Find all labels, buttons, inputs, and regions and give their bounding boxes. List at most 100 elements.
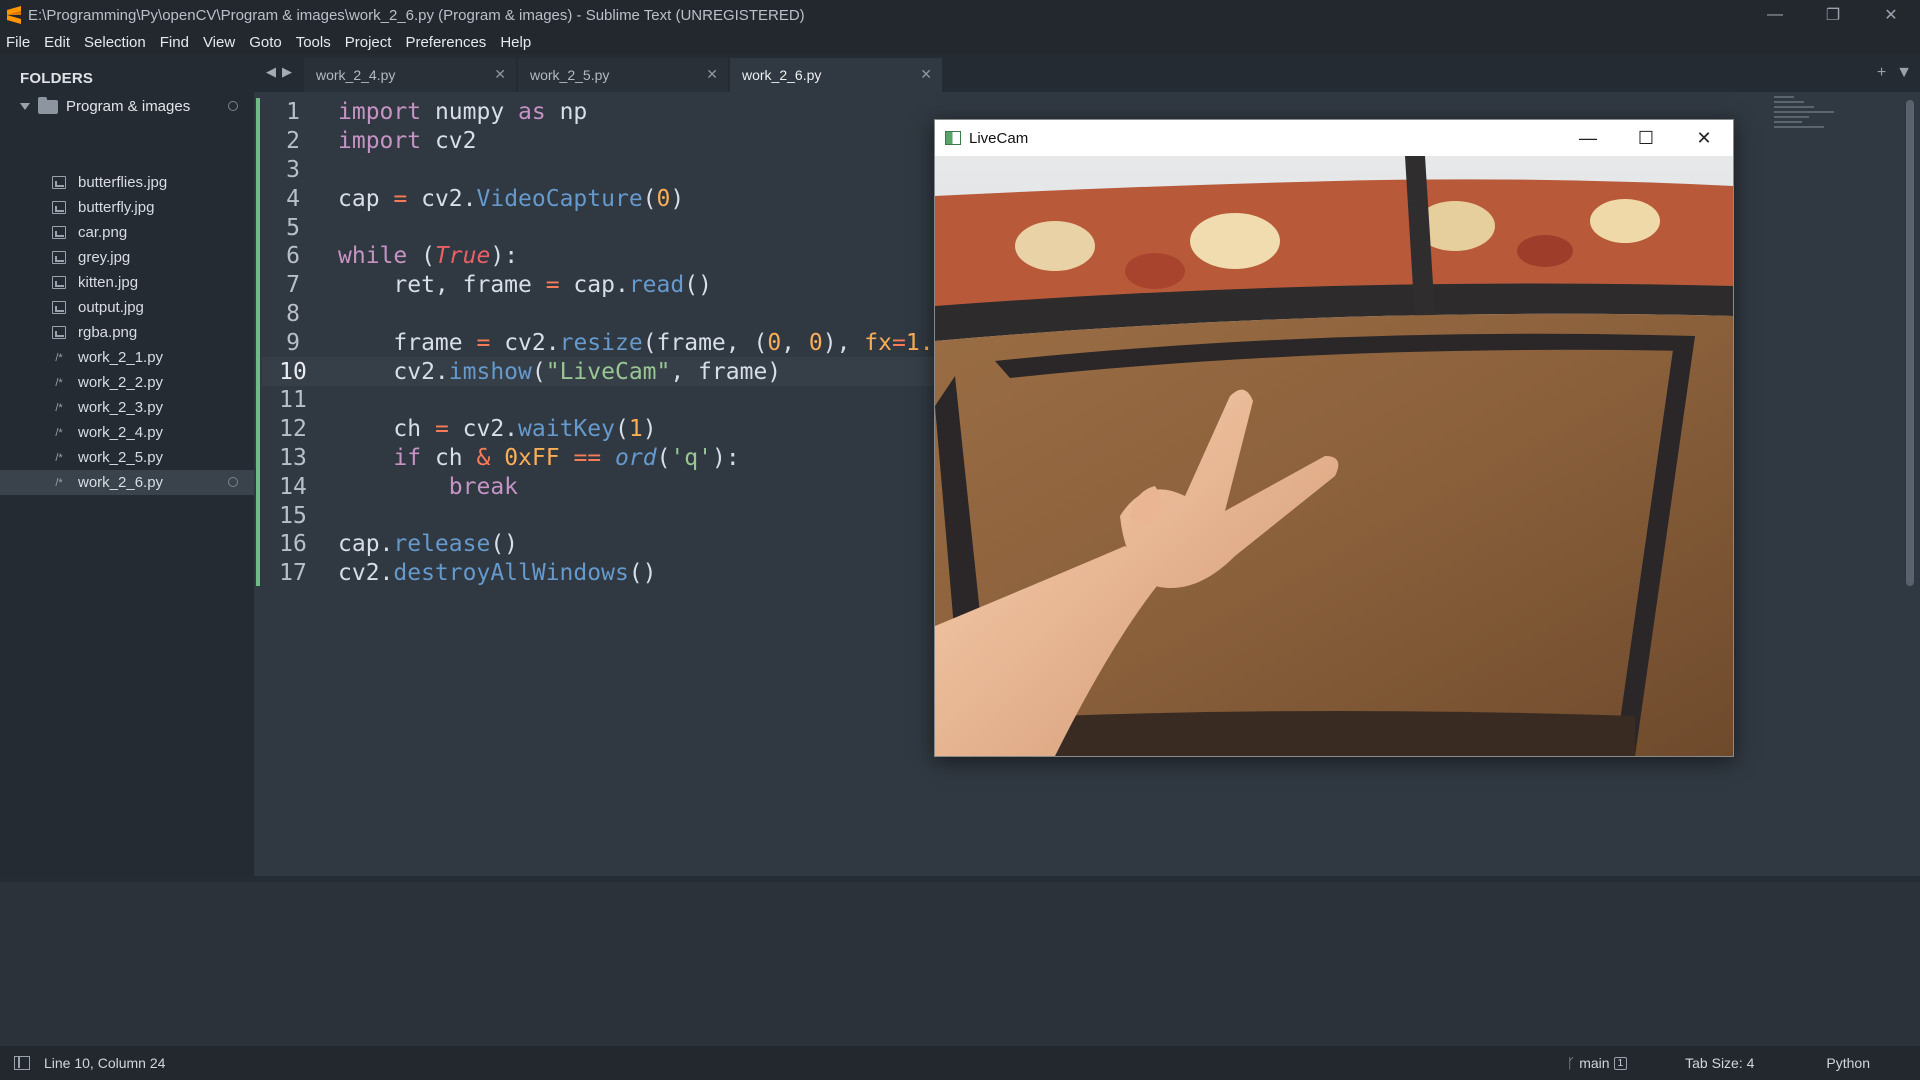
code-line[interactable]: 16 cap.release() xyxy=(262,530,947,559)
expand-triangle-icon[interactable] xyxy=(20,103,30,110)
tab-work-2-4[interactable]: work_2_4.py ✕ xyxy=(304,58,516,92)
menu-find[interactable]: Find xyxy=(160,34,189,51)
file-item[interactable]: butterflies.jpg xyxy=(0,170,254,195)
code-line[interactable]: 4 cap = cv2.VideoCapture(0) xyxy=(262,184,947,213)
title-bar: E:\Programming\Py\openCV\Program & image… xyxy=(0,0,1920,30)
window-controls: — ❐ ✕ xyxy=(1746,0,1920,30)
root-folder[interactable]: Program & images xyxy=(0,94,254,119)
file-item[interactable]: output.jpg xyxy=(0,295,254,320)
status-bar-right: ᚴ main 1 Tab Size: 4 Python xyxy=(1567,1046,1920,1080)
tab-work-2-6[interactable]: work_2_6.py ✕ xyxy=(730,58,942,92)
code-line[interactable]: 3 xyxy=(262,156,947,185)
code-line[interactable]: 11 xyxy=(262,386,947,415)
menu-edit[interactable]: Edit xyxy=(44,34,70,51)
sidebar-toggle-icon[interactable] xyxy=(14,1056,30,1070)
folder-icon xyxy=(38,96,58,114)
menu-tools[interactable]: Tools xyxy=(296,34,331,51)
code-line[interactable]: 13 if ch & 0xFF == ord('q'): xyxy=(262,444,947,473)
livecam-close-button[interactable]: ✕ xyxy=(1675,120,1733,156)
tab-forward-icon[interactable]: ▶ xyxy=(282,64,292,80)
file-item[interactable]: rgba.png xyxy=(0,320,254,345)
sublime-text-icon xyxy=(7,6,21,24)
code-line[interactable]: 15 xyxy=(262,501,947,530)
line-number: 17 xyxy=(279,560,307,587)
menu-file[interactable]: File xyxy=(6,34,30,51)
line-number: 12 xyxy=(279,416,307,443)
code-line[interactable]: 9 frame = cv2.resize(frame, (0, 0), fx=1… xyxy=(262,328,947,357)
code-file-icon: /* xyxy=(55,401,63,414)
menu-project[interactable]: Project xyxy=(345,34,392,51)
menu-preferences[interactable]: Preferences xyxy=(405,34,486,51)
file-item[interactable]: butterfly.jpg xyxy=(0,195,254,220)
line-number: 3 xyxy=(286,156,300,183)
image-file-icon xyxy=(52,201,66,214)
menu-goto[interactable]: Goto xyxy=(249,34,282,51)
code-line[interactable]: 1 import numpy as np xyxy=(262,98,947,127)
tab-actions: + ▼ xyxy=(1877,64,1912,82)
line-number: 14 xyxy=(279,473,307,500)
tab-close-icon[interactable]: ✕ xyxy=(494,66,506,83)
vertical-scrollbar[interactable] xyxy=(1906,100,1914,586)
livecam-window-controls: — ☐ ✕ xyxy=(1559,120,1733,156)
livecam-window[interactable]: LiveCam — ☐ ✕ xyxy=(934,119,1734,757)
code-line[interactable]: 17 cv2.destroyAllWindows() xyxy=(262,559,947,588)
file-item[interactable]: /* work_2_3.py xyxy=(0,395,254,420)
file-name: work_2_1.py xyxy=(78,349,164,366)
code-line-current[interactable]: 10 cv2.imshow("LiveCam", frame) xyxy=(262,357,948,386)
code-file-icon: /* xyxy=(55,351,63,364)
file-name: kitten.jpg xyxy=(78,274,139,291)
line-number: 6 xyxy=(286,243,300,270)
code-file-icon: /* xyxy=(55,376,63,389)
code-line[interactable]: 5 xyxy=(262,213,947,242)
image-file-icon xyxy=(52,326,66,339)
code-line[interactable]: 7 ret, frame = cap.read() xyxy=(262,271,947,300)
tab-close-icon[interactable]: ✕ xyxy=(920,66,932,83)
syntax-selector[interactable]: Python xyxy=(1826,1055,1870,1071)
menu-selection[interactable]: Selection xyxy=(84,34,146,51)
code-line[interactable]: 14 break xyxy=(262,472,947,501)
code-line[interactable]: 6 while (True): xyxy=(262,242,947,271)
close-button[interactable]: ✕ xyxy=(1862,0,1920,30)
tab-back-icon[interactable]: ◀ xyxy=(266,64,276,80)
tab-work-2-5[interactable]: work_2_5.py ✕ xyxy=(518,58,728,92)
line-number: 15 xyxy=(279,502,307,529)
code-area[interactable]: 1 import numpy as np 2 import cv2 3 4 cap =… xyxy=(262,98,948,588)
file-item[interactable]: /* work_2_1.py xyxy=(0,345,254,370)
file-list: butterflies.jpg butterfly.jpg car.png gr… xyxy=(0,170,254,495)
image-file-icon xyxy=(52,226,66,239)
file-name: work_2_5.py xyxy=(78,449,164,466)
file-item[interactable]: /* work_2_4.py xyxy=(0,420,254,445)
livecam-title-bar[interactable]: LiveCam — ☐ ✕ xyxy=(935,120,1733,156)
new-tab-icon[interactable]: + xyxy=(1877,64,1886,82)
folder-status-icon xyxy=(228,101,238,111)
menu-help[interactable]: Help xyxy=(500,34,531,51)
tab-size-selector[interactable]: Tab Size: 4 xyxy=(1685,1055,1754,1071)
root-folder-label: Program & images xyxy=(66,98,191,115)
line-number: 7 xyxy=(286,272,300,299)
tab-close-icon[interactable]: ✕ xyxy=(706,66,718,83)
folders-heading: FOLDERS xyxy=(20,70,94,87)
file-name: work_2_2.py xyxy=(78,374,164,391)
restore-button[interactable]: ❐ xyxy=(1804,0,1862,30)
livecam-minimize-button[interactable]: — xyxy=(1559,120,1617,156)
code-line[interactable]: 12 ch = cv2.waitKey(1) xyxy=(262,415,947,444)
status-bar: Line 10, Column 24 ᚴ main 1 Tab Size: 4 … xyxy=(0,1046,1920,1080)
minimize-button[interactable]: — xyxy=(1746,0,1804,30)
file-item[interactable]: /* work_2_5.py xyxy=(0,445,254,470)
file-item[interactable]: /* work_2_2.py xyxy=(0,370,254,395)
tab-menu-icon[interactable]: ▼ xyxy=(1896,64,1912,82)
git-branch[interactable]: ᚴ main 1 xyxy=(1566,1055,1628,1071)
menu-view[interactable]: View xyxy=(203,34,235,51)
minimap[interactable] xyxy=(1774,96,1844,156)
file-item[interactable]: car.png xyxy=(0,220,254,245)
code-line[interactable]: 8 xyxy=(262,300,947,329)
file-item[interactable]: grey.jpg xyxy=(0,245,254,270)
livecam-maximize-button[interactable]: ☐ xyxy=(1617,120,1675,156)
output-panel[interactable] xyxy=(0,876,1920,1046)
branch-icon: ᚴ xyxy=(1566,1055,1576,1071)
file-item-active[interactable]: /* work_2_6.py xyxy=(0,470,254,495)
code-line[interactable]: 2 import cv2 xyxy=(262,127,947,156)
webcam-frame-illustration xyxy=(935,156,1733,756)
file-item[interactable]: kitten.jpg xyxy=(0,270,254,295)
window-title: E:\Programming\Py\openCV\Program & image… xyxy=(28,6,805,24)
